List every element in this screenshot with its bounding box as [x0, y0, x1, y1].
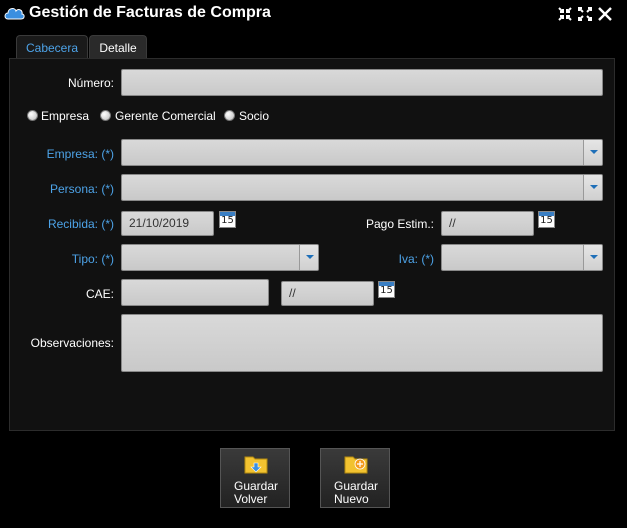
cae-label: CAE:: [85, 287, 114, 301]
minimize-icon[interactable]: [557, 6, 573, 22]
iva-label: Iva: (*): [398, 252, 434, 266]
chevron-down-icon[interactable]: [299, 245, 318, 270]
numero-label: Número:: [67, 76, 114, 90]
empresa-select[interactable]: [121, 139, 603, 166]
guardar-nuevo-button[interactable]: Guardar Nuevo: [320, 448, 390, 508]
guardar-volver-label: Guardar Volver: [234, 479, 279, 506]
persona-select[interactable]: [121, 174, 603, 201]
recibida-label: Recibida: (*): [47, 217, 114, 231]
calendar-day: 15: [221, 215, 234, 226]
pago-estim-label: Pago Estim.:: [365, 217, 434, 231]
window-title: Gestión de Facturas de Compra: [29, 4, 271, 21]
radio-empresa-label: Empresa: [41, 109, 90, 123]
calendar-icon[interactable]: 15: [378, 281, 395, 298]
cloud-icon: [4, 8, 25, 20]
guardar-nuevo-label: Guardar Nuevo: [334, 479, 379, 506]
cae-date-input[interactable]: //: [281, 281, 374, 306]
calendar-day: 15: [540, 215, 553, 226]
calendar-icon[interactable]: 15: [538, 211, 555, 228]
numero-input[interactable]: [121, 69, 603, 96]
close-icon[interactable]: [597, 6, 613, 22]
radio-socio-label: Socio: [239, 109, 270, 123]
pago-estim-date-input[interactable]: //: [441, 211, 534, 236]
title-bar: Gestión de Facturas de Compra: [0, 0, 627, 28]
calendar-day: 15: [380, 285, 393, 296]
tipo-select[interactable]: [121, 244, 319, 271]
chevron-down-icon[interactable]: [583, 245, 602, 270]
radio-gerente-comercial-label: Gerente Comercial: [115, 109, 216, 123]
cae-input[interactable]: [121, 279, 269, 306]
chevron-down-icon[interactable]: [583, 175, 602, 200]
empresa-label: Empresa: (*): [46, 147, 114, 161]
maximize-icon[interactable]: [577, 6, 593, 22]
radio-socio[interactable]: [224, 110, 235, 121]
tab-cabecera[interactable]: Cabecera: [16, 35, 88, 59]
radio-gerente-comercial[interactable]: [100, 110, 111, 121]
iva-select[interactable]: [441, 244, 603, 271]
folder-new-icon: [344, 456, 368, 474]
tab-detalle[interactable]: Detalle: [89, 35, 147, 59]
persona-label: Persona: (*): [49, 182, 114, 196]
recibida-date-input[interactable]: 21/10/2019: [121, 211, 214, 236]
radio-empresa[interactable]: [27, 110, 38, 121]
chevron-down-icon[interactable]: [583, 140, 602, 165]
observaciones-textarea[interactable]: [121, 314, 603, 372]
guardar-volver-button[interactable]: Guardar Volver: [220, 448, 290, 508]
observaciones-label: Observaciones:: [30, 336, 114, 350]
tipo-label: Tipo: (*): [71, 252, 114, 266]
calendar-icon[interactable]: 15: [219, 211, 236, 228]
folder-return-icon: [244, 456, 268, 474]
